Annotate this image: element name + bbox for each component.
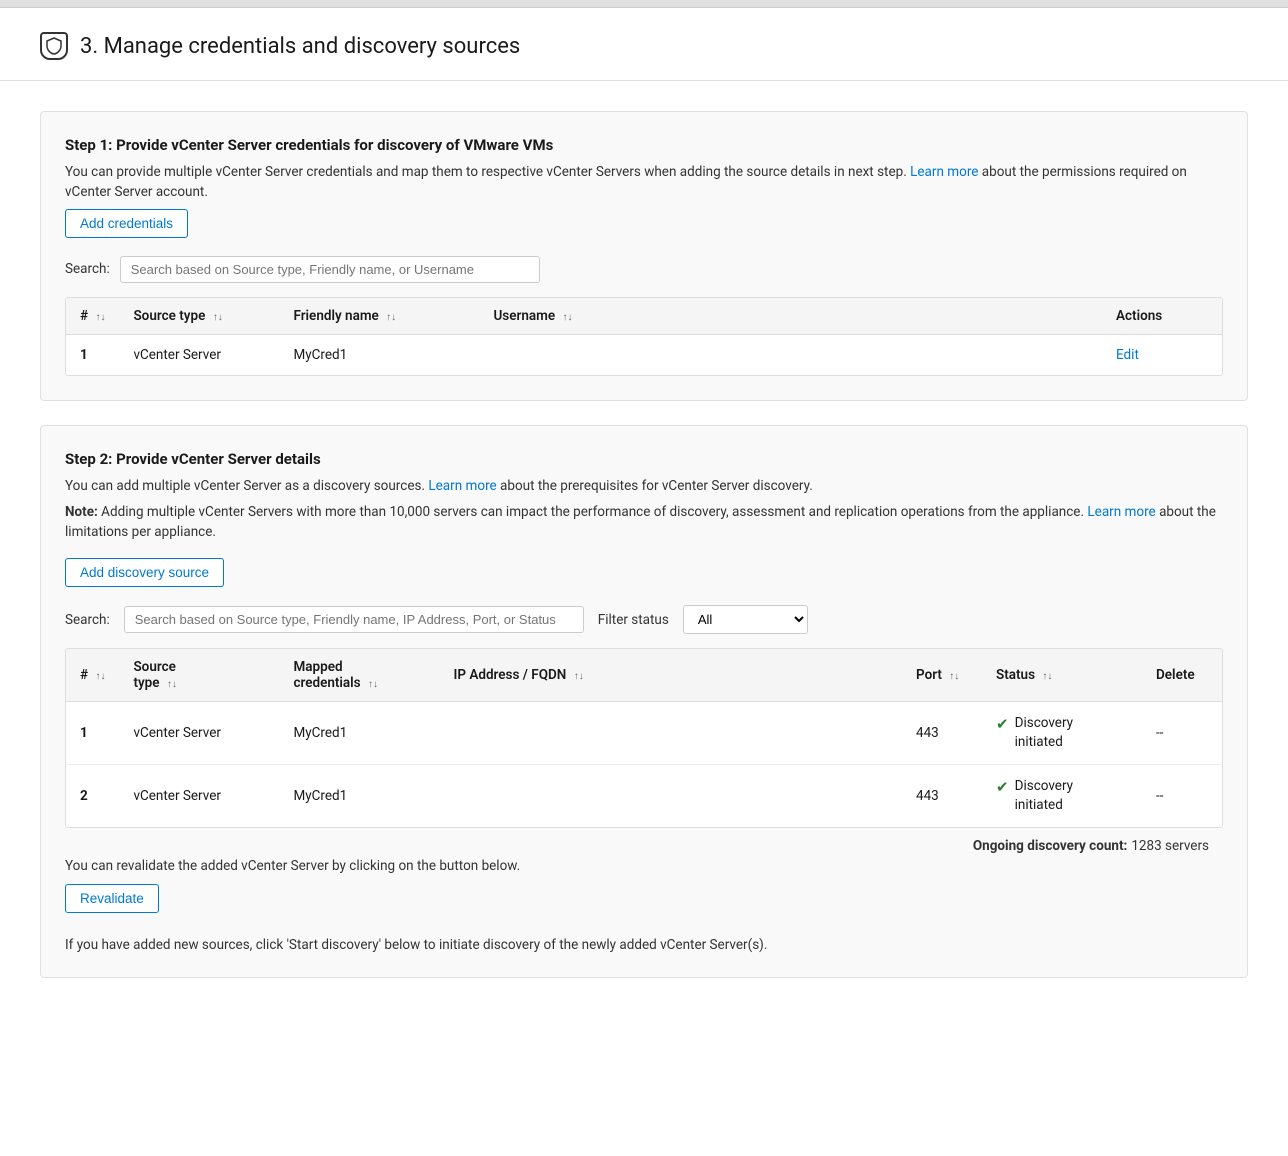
cell-username [479, 334, 1102, 375]
add-credentials-button[interactable]: Add credentials [65, 209, 188, 238]
sort2-port[interactable]: ↑↓ [949, 671, 959, 682]
ongoing-row: Ongoing discovery count: 1283 servers [65, 828, 1223, 858]
sort2-source[interactable]: ↑↓ [167, 679, 177, 690]
step2-table-wrapper: # ↑↓ Sourcetype ↑↓ Mappedcredentials ↑↓ … [65, 648, 1223, 828]
sort-icon-num[interactable]: ↑↓ [95, 312, 105, 323]
sort2-mapped[interactable]: ↑↓ [368, 679, 378, 690]
cell-source-type: vCenter Server [119, 334, 279, 375]
edit-link[interactable]: Edit [1116, 347, 1139, 363]
footer-note: If you have added new sources, click 'St… [65, 937, 1223, 953]
step2-note: Note: Adding multiple vCenter Servers wi… [65, 502, 1223, 543]
sort2-num[interactable]: ↑↓ [95, 671, 105, 682]
cell-friendly-name: MyCred1 [279, 334, 479, 375]
step2-desc2: about the prerequisites for vCenter Serv… [500, 478, 813, 494]
step1-table-header: # ↑↓ Source type ↑↓ Friendly name ↑↓ Use… [66, 298, 1222, 335]
step1-desc-text: You can provide multiple vCenter Server … [65, 164, 907, 180]
step2-filter-row: Search: Filter status All Initiated Comp… [65, 605, 1223, 634]
step2-search-label: Search: [65, 612, 110, 628]
add-discovery-source-button[interactable]: Add discovery source [65, 558, 224, 587]
step1-search-input[interactable] [120, 256, 540, 283]
sort2-status[interactable]: ↑↓ [1042, 671, 1052, 682]
cell2-mapped-1: MyCred1 [279, 702, 439, 765]
step1-title: Step 1: Provide vCenter Server credentia… [65, 136, 1223, 154]
cell2-source-2: vCenter Server [119, 765, 279, 827]
cell2-ip-1 [439, 702, 902, 765]
step2-desc-text: You can add multiple vCenter Server as a… [65, 478, 425, 494]
step2-note-learn-more[interactable]: Learn more [1087, 504, 1155, 520]
status-text-1: Discovery initiated [1015, 714, 1073, 752]
step1-desc: You can provide multiple vCenter Server … [65, 162, 1223, 203]
sort2-ip[interactable]: ↑↓ [574, 671, 584, 682]
col-friendly-name: Friendly name ↑↓ [279, 298, 479, 335]
ongoing-label: Ongoing discovery count: [973, 838, 1128, 854]
filter-status-label: Filter status [598, 612, 669, 628]
step1-search-row: Search: [65, 256, 1223, 283]
cell2-num-2: 2 [66, 765, 119, 827]
step1-card: Step 1: Provide vCenter Server credentia… [40, 111, 1248, 401]
col2-status: Status ↑↓ [982, 649, 1142, 702]
step2-desc: You can add multiple vCenter Server as a… [65, 476, 1223, 496]
col2-mapped: Mappedcredentials ↑↓ [279, 649, 439, 702]
cell2-port-2: 443 [902, 765, 982, 827]
cell2-delete-2: -- [1142, 765, 1222, 827]
ongoing-value: 1283 servers [1131, 838, 1209, 854]
shield-icon [40, 32, 68, 60]
page-title: 3. Manage credentials and discovery sour… [80, 34, 520, 59]
table-row: 2 vCenter Server MyCred1 443 ✔ Discovery [66, 765, 1222, 827]
step1-table-wrapper: # ↑↓ Source type ↑↓ Friendly name ↑↓ Use… [65, 297, 1223, 376]
col2-delete: Delete [1142, 649, 1222, 702]
sort-icon-friendly[interactable]: ↑↓ [386, 312, 396, 323]
step2-learn-more-link[interactable]: Learn more [428, 478, 496, 494]
cell2-status-2: ✔ Discovery initiated [982, 765, 1142, 827]
cell2-delete-1: -- [1142, 702, 1222, 765]
sort-icon-source[interactable]: ↑↓ [213, 312, 223, 323]
filter-status-select[interactable]: All Initiated Completed Error [683, 605, 808, 634]
step2-table: # ↑↓ Sourcetype ↑↓ Mappedcredentials ↑↓ … [66, 649, 1222, 827]
table-row: 1 vCenter Server MyCred1 Edit [66, 334, 1222, 375]
step2-table-header: # ↑↓ Sourcetype ↑↓ Mappedcredentials ↑↓ … [66, 649, 1222, 702]
cell2-ip-2 [439, 765, 902, 827]
step2-note-text: Adding multiple vCenter Servers with mor… [101, 504, 1084, 520]
cell2-port-1: 443 [902, 702, 982, 765]
step2-note-label: Note: [65, 504, 98, 520]
sort-icon-username[interactable]: ↑↓ [563, 312, 573, 323]
col2-port: Port ↑↓ [902, 649, 982, 702]
step1-search-label: Search: [65, 261, 110, 277]
step2-card: Step 2: Provide vCenter Server details Y… [40, 425, 1248, 978]
cell-num: 1 [66, 334, 119, 375]
step2-search-input[interactable] [124, 606, 584, 633]
col2-num: # ↑↓ [66, 649, 119, 702]
table-row: 1 vCenter Server MyCred1 443 ✔ Discovery [66, 702, 1222, 765]
col-num: # ↑↓ [66, 298, 119, 335]
step1-table: # ↑↓ Source type ↑↓ Friendly name ↑↓ Use… [66, 298, 1222, 375]
col-actions: Actions [1102, 298, 1222, 335]
check-icon-2: ✔ [996, 778, 1009, 796]
cell2-status-1: ✔ Discovery initiated [982, 702, 1142, 765]
step2-title: Step 2: Provide vCenter Server details [65, 450, 1223, 468]
check-icon-1: ✔ [996, 715, 1009, 733]
col2-source-type: Sourcetype ↑↓ [119, 649, 279, 702]
revalidate-desc: You can revalidate the added vCenter Ser… [65, 858, 1223, 874]
col2-ip: IP Address / FQDN ↑↓ [439, 649, 902, 702]
status-text-2: Discovery initiated [1015, 777, 1073, 815]
step1-learn-more-link[interactable]: Learn more [910, 164, 978, 180]
revalidate-button[interactable]: Revalidate [65, 884, 159, 913]
cell2-source-1: vCenter Server [119, 702, 279, 765]
col-source-type: Source type ↑↓ [119, 298, 279, 335]
cell-action: Edit [1102, 334, 1222, 375]
cell2-num-1: 1 [66, 702, 119, 765]
col-username: Username ↑↓ [479, 298, 1102, 335]
cell2-mapped-2: MyCred1 [279, 765, 439, 827]
